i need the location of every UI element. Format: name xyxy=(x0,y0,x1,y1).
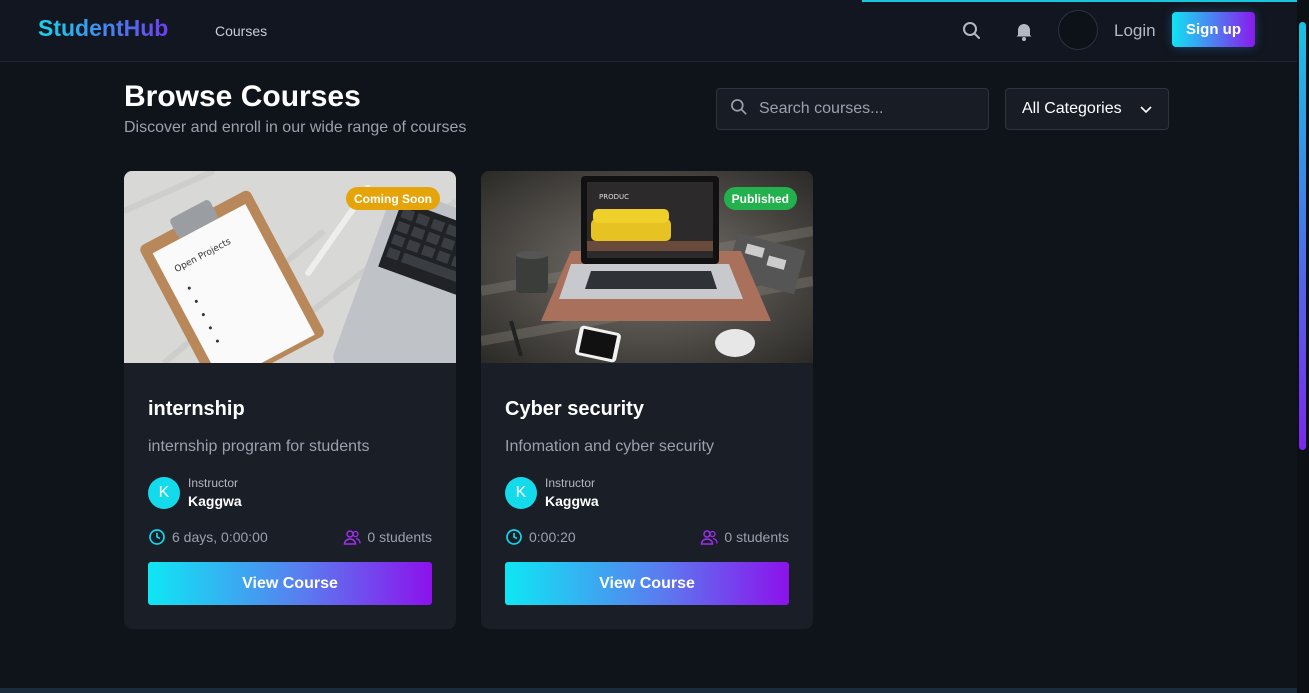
students-text: 0 students xyxy=(367,529,432,545)
course-duration: 6 days, 0:00:00 xyxy=(148,528,268,546)
instructor-name: Kaggwa xyxy=(188,493,242,509)
search-box[interactable] xyxy=(716,88,989,130)
course-description: Infomation and cyber security xyxy=(505,438,714,455)
course-duration: 0:00:20 xyxy=(505,528,576,546)
clock-icon xyxy=(506,529,522,545)
instructor-avatar: K xyxy=(148,477,180,509)
course-students: 0 students xyxy=(343,528,432,546)
course-card[interactable]: PRODUC Published Cyber security Infomati… xyxy=(481,171,813,629)
footer-edge xyxy=(0,688,1297,693)
signup-button[interactable]: Sign up xyxy=(1172,12,1255,47)
app-logo[interactable]: StudentHub xyxy=(38,15,168,42)
course-title[interactable]: internship xyxy=(148,398,245,421)
chevron-down-icon xyxy=(1138,102,1154,123)
view-course-button[interactable]: View Course xyxy=(148,562,432,605)
instructor-label: Instructor xyxy=(545,476,596,490)
users-icon xyxy=(344,530,362,545)
status-badge: Published xyxy=(723,187,797,210)
instructor-avatar: K xyxy=(505,477,537,509)
course-description: internship program for students xyxy=(148,438,370,455)
search-input[interactable] xyxy=(759,100,979,118)
scrollbar-thumb[interactable] xyxy=(1299,22,1306,450)
bell-icon[interactable] xyxy=(1012,19,1036,43)
login-link[interactable]: Login xyxy=(1114,21,1156,41)
search-input-icon xyxy=(729,97,749,122)
category-select-value: All Categories xyxy=(1022,100,1122,117)
duration-text: 6 days, 0:00:00 xyxy=(172,529,268,545)
category-select[interactable]: All Categories xyxy=(1005,88,1169,130)
instructor-name: Kaggwa xyxy=(545,493,599,509)
loading-bar xyxy=(862,0,1297,2)
duration-text: 0:00:20 xyxy=(529,529,576,545)
instructor-label: Instructor xyxy=(188,476,239,490)
view-course-button[interactable]: View Course xyxy=(505,562,789,605)
course-students: 0 students xyxy=(700,528,789,546)
clock-icon xyxy=(149,529,165,545)
course-title[interactable]: Cyber security xyxy=(505,398,644,421)
top-navbar: StudentHub Courses Login Sign up xyxy=(0,0,1297,62)
search-icon[interactable] xyxy=(960,19,984,43)
page-subtitle: Discover and enroll in our wide range of… xyxy=(124,119,467,136)
students-text: 0 students xyxy=(724,529,789,545)
user-avatar[interactable] xyxy=(1058,10,1098,50)
svg-text:PRODUC: PRODUC xyxy=(599,193,629,201)
status-badge: Coming Soon xyxy=(346,187,440,210)
course-card[interactable]: Open Projects Coming Soon internship int… xyxy=(124,171,456,629)
page-title: Browse Courses xyxy=(124,80,361,113)
nav-link-courses[interactable]: Courses xyxy=(215,23,267,39)
users-icon xyxy=(701,530,719,545)
